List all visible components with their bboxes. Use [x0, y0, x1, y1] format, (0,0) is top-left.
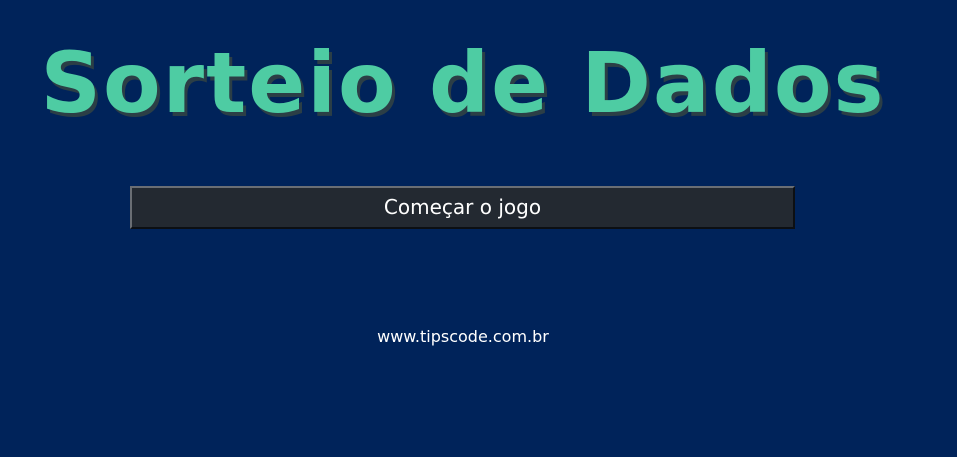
- start-game-button[interactable]: Começar o jogo: [130, 186, 795, 229]
- site-link[interactable]: www.tipscode.com.br: [0, 326, 926, 348]
- page-background: Sorteio de Dados Começar o jogo www.tips…: [0, 0, 957, 457]
- page-title: Sorteio de Dados: [40, 34, 886, 132]
